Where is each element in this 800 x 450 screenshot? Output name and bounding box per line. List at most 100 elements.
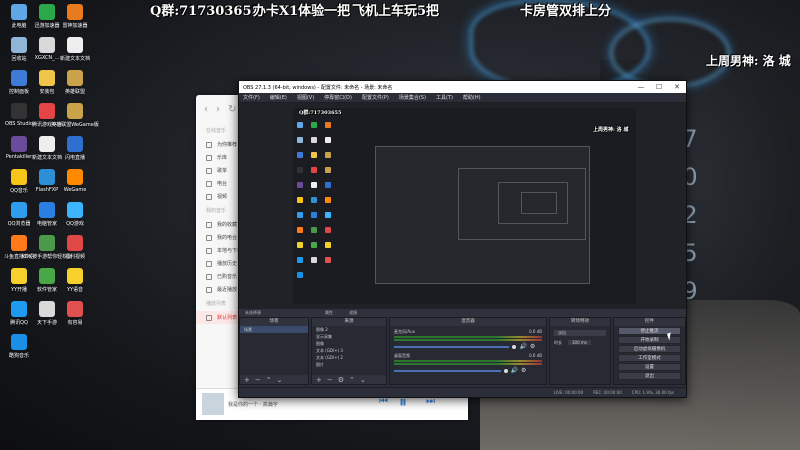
app-icon [11, 136, 27, 152]
exit-button[interactable]: 退出 [618, 372, 681, 380]
menu-tools[interactable]: 工具(T) [436, 94, 453, 101]
speaker-icon[interactable]: 🔊 [519, 343, 526, 350]
desktop-icon[interactable]: YY开播 [4, 268, 34, 302]
desktop-icon-label: 电脑管家 [36, 221, 57, 227]
remove-icon[interactable]: − [327, 376, 333, 384]
desktop-icon[interactable]: QQ游戏 [60, 202, 90, 236]
desktop-icon[interactable]: 有容易 [60, 301, 90, 335]
menu-docks[interactable]: 停靠窗口(D) [324, 94, 352, 101]
maximize-icon[interactable]: ☐ [650, 83, 668, 91]
slider-knob[interactable] [512, 344, 517, 349]
desktop-icon-label: Pentakiller [5, 154, 33, 160]
desktop-icon[interactable]: 腾讯游戏平台 [32, 103, 62, 137]
transition-duration[interactable]: 时长 300 ms [550, 339, 610, 346]
app-icon [11, 103, 27, 119]
desktop-icon-label: FlashFXP [35, 187, 59, 193]
preview-app-icon [311, 152, 317, 158]
desktop-icon[interactable]: 天下手游 [32, 301, 62, 335]
channel-db: 0.0 dB [529, 353, 542, 358]
source-item[interactable]: 图像 [312, 340, 386, 347]
source-item[interactable]: 文本 (GDI+) 3 [312, 347, 386, 354]
desktop-icon[interactable]: 腾讯QQ [4, 301, 34, 335]
desktop-icon[interactable]: XGXCN_... [32, 37, 62, 71]
desktop-icon[interactable]: 软件管家 [32, 268, 62, 302]
obs-titlebar[interactable]: OBS 27.1.3 (64-bit, windows) - 配置文件: 未命名… [239, 81, 686, 93]
back-icon[interactable]: ‹ [204, 104, 208, 115]
desktop-icon[interactable]: 新建文本文档 [32, 136, 62, 170]
remove-icon[interactable]: − [255, 376, 261, 384]
preview-app-icon [297, 197, 303, 203]
desktop-icon[interactable]: KOK被手游帮你轻松玩 [22, 235, 72, 269]
transition-type[interactable]: 淡出 [550, 329, 610, 336]
scenes-header: 场景 [240, 318, 308, 326]
desktop-icon-label: 英雄联盟WeGame版 [51, 122, 99, 128]
desktop-icon[interactable]: 回收站 [4, 37, 34, 71]
filters-button[interactable]: 滤镜 [349, 310, 357, 316]
menu-file[interactable]: 文件(F) [243, 94, 260, 101]
desktop-icon[interactable]: QQ音乐 [4, 169, 34, 203]
desktop-icon[interactable]: 酷狗音乐 [4, 334, 34, 368]
speaker-icon[interactable]: 🔊 [511, 367, 518, 374]
desktop-icon[interactable]: 控制面板 [4, 70, 34, 104]
settings-button[interactable]: 设置 [618, 363, 681, 371]
add-icon[interactable]: + [316, 376, 322, 384]
now-playing: 我是你的一个 · 高瀚宇 [228, 402, 278, 408]
desktop-icon[interactable]: FlashFXP [32, 169, 62, 203]
desktop-icon[interactable]: 英雄联盟WeGame版 [51, 103, 99, 137]
gear-icon[interactable]: ⚙ [521, 367, 526, 374]
menu-edit[interactable]: 编辑(E) [270, 94, 287, 101]
scene-item[interactable]: 场景 [240, 326, 308, 333]
gear-icon[interactable]: ⚙ [530, 343, 535, 350]
refresh-icon[interactable]: ↻ [228, 104, 236, 115]
source-item[interactable]: 显示采集 [312, 333, 386, 340]
menu-view[interactable]: 视图(V) [297, 94, 314, 101]
mixer-channel-mic: 麦克风/Aux 0.0 dB 🔊 ⚙ [394, 329, 542, 350]
app-icon [39, 70, 55, 86]
desktop-icon[interactable]: 英雄联盟 [60, 70, 90, 104]
library-icon [206, 154, 212, 161]
stop-streaming-button[interactable]: 停止推流 [618, 327, 681, 335]
properties-button[interactable]: 属性 [325, 310, 333, 316]
forward-icon[interactable]: › [216, 104, 220, 115]
up-icon[interactable]: ⌃ [266, 376, 272, 384]
volume-slider[interactable]: 🔊 ⚙ [394, 343, 542, 350]
slider-knob[interactable] [503, 368, 508, 373]
desktop-icon[interactable]: WeGame [60, 169, 90, 203]
desktop-icon[interactable]: 此电脑 [4, 4, 34, 38]
menu-profile[interactable]: 配置文件(P) [362, 94, 389, 101]
preview-app-icon [325, 257, 331, 263]
desktop-icon[interactable]: 迅游加速器 [32, 4, 62, 38]
add-icon[interactable]: + [244, 376, 250, 384]
desktop-icon[interactable]: QQ浏览器 [4, 202, 34, 236]
desktop-icon-label: YY语音 [66, 287, 84, 293]
close-icon[interactable]: ✕ [668, 83, 686, 91]
desktop-icon[interactable]: YY语音 [60, 268, 90, 302]
desktop-icon[interactable]: 新建文本文档 [60, 37, 90, 71]
menu-scene-collection[interactable]: 场景集合(S) [399, 94, 426, 101]
volume-slider[interactable]: 🔊 ⚙ [394, 367, 542, 374]
up-icon[interactable]: ⌃ [349, 376, 355, 384]
source-item[interactable]: 图片 [312, 361, 386, 368]
desktop-icon[interactable]: 雷神加速器 [60, 4, 90, 38]
heart-icon [206, 221, 212, 228]
obs-window[interactable]: OBS 27.1.3 (64-bit, windows) - 配置文件: 未命名… [238, 80, 687, 398]
source-item[interactable]: 文本 (GDI+) 2 [312, 354, 386, 361]
desktop-icon[interactable]: 福利视频 [60, 235, 90, 269]
preview-canvas[interactable]: Q群:717303655 上周男神: 洛 城 [293, 108, 636, 304]
desktop-icon[interactable]: Pentakiller [4, 136, 34, 170]
minimize-icon[interactable]: — [632, 83, 650, 91]
down-icon[interactable]: ⌄ [360, 376, 366, 384]
menu-help[interactable]: 帮助(H) [463, 94, 481, 101]
down-icon[interactable]: ⌄ [277, 376, 283, 384]
virtual-camera-button[interactable]: 启动虚拟摄像机 [618, 345, 681, 353]
desktop-icon[interactable]: 斗鱼直播伴侣 [4, 235, 34, 269]
mixer-dock: 混音器 麦克风/Aux 0.0 dB 🔊 ⚙ 桌面音频 0.0 dB 🔊 ⚙ [389, 317, 547, 385]
desktop-icon[interactable]: OBS Studio [4, 103, 34, 137]
studio-mode-button[interactable]: 工作室模式 [618, 354, 681, 362]
desktop-icon[interactable]: 安装包 [32, 70, 62, 104]
gear-icon[interactable]: ⚙ [338, 376, 344, 384]
desktop-icon[interactable]: 电脑管家 [32, 202, 62, 236]
desktop-icon[interactable]: 闪电直播 [60, 136, 90, 170]
source-item[interactable]: 图像 2 [312, 326, 386, 333]
preview-app-icon [325, 197, 331, 203]
